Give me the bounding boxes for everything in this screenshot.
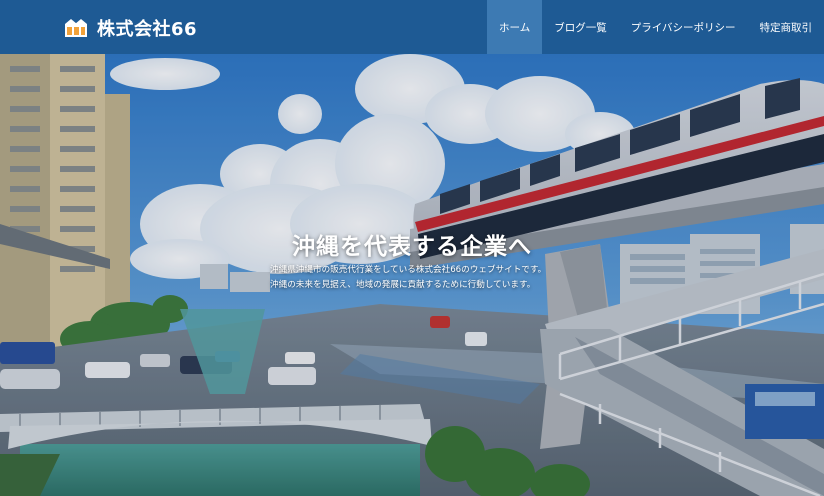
- hero-description-line-1: 沖縄県沖縄市の販売代行業をしている株式会社66のウェブサイトです。: [270, 265, 547, 275]
- nav-commercial-transactions[interactable]: 特定商取引: [748, 0, 824, 54]
- main-nav: ホーム ブログ一覧 プライバシーポリシー 特定商取引: [487, 0, 824, 54]
- hero-description: 沖縄県沖縄市の販売代行業をしている株式会社66のウェブサイトです。 沖縄の未来を…: [270, 263, 690, 293]
- nav-home[interactable]: ホーム: [487, 0, 543, 54]
- hero-title: 沖縄を代表する企業へ: [292, 234, 532, 261]
- site-header: 株式会社66 ホーム ブログ一覧 プライバシーポリシー 特定商取引: [0, 0, 824, 54]
- building-blocks-icon: [65, 19, 87, 37]
- nav-privacy-policy[interactable]: プライバシーポリシー: [619, 0, 748, 54]
- nav-blog-list[interactable]: ブログ一覧: [542, 0, 619, 54]
- hero-section: 沖縄を代表する企業へ 沖縄県沖縄市の販売代行業をしている株式会社66のウェブサイ…: [0, 54, 824, 496]
- site-name: 株式会社66: [97, 19, 198, 40]
- site-logo[interactable]: 株式会社66: [64, 15, 197, 41]
- hero-description-line-2: 沖縄の未来を見据え、地域の発展に貢献するために行動しています。: [270, 280, 536, 290]
